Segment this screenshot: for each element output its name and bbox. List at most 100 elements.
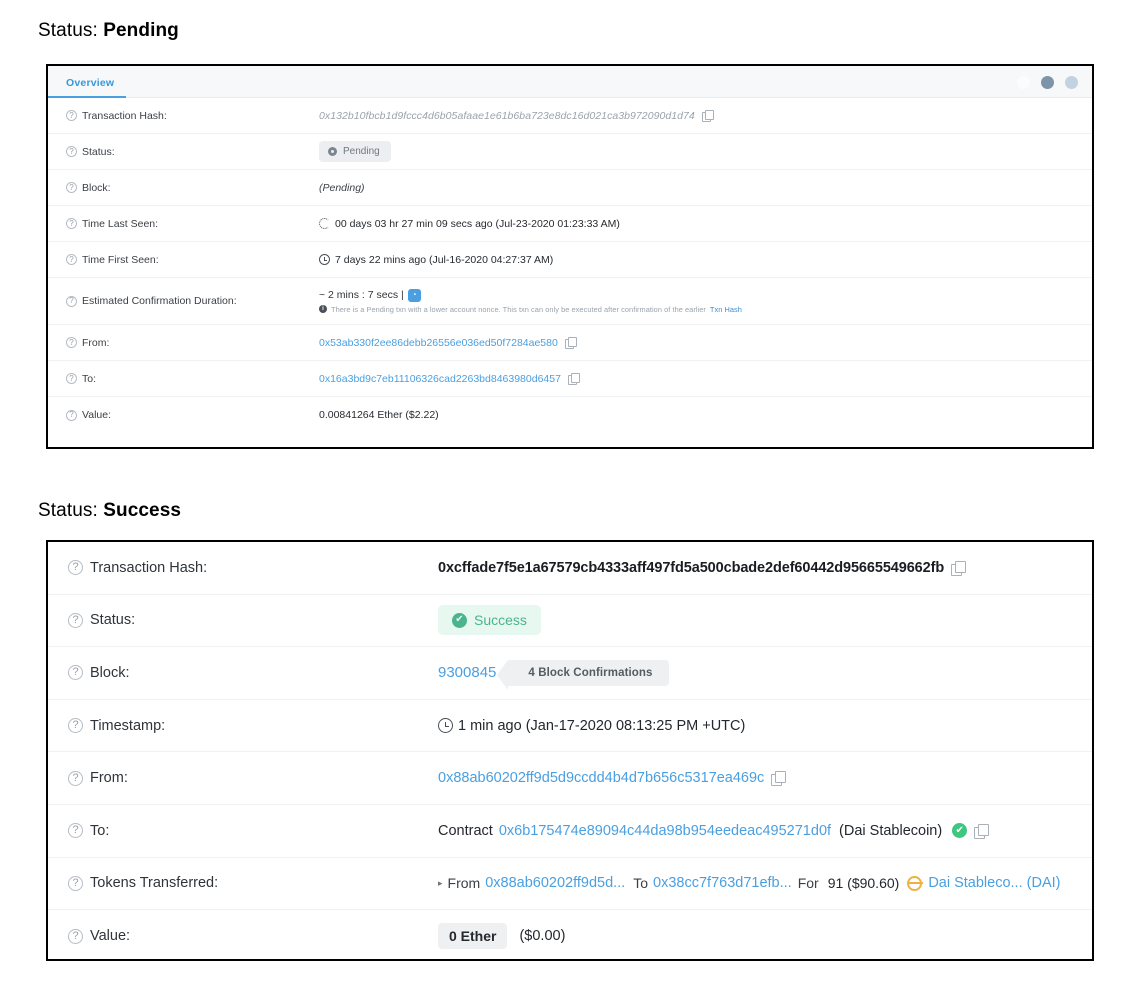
block-number-link[interactable]: 9300845 xyxy=(438,664,496,681)
tab-overview[interactable]: Overview xyxy=(48,77,127,98)
pending-label-estimated-confirmation: ? Estimated Confirmation Duration: xyxy=(66,295,319,307)
pending-section-heading: Status: Pending xyxy=(38,20,179,42)
ether-amount-chip: 0 Ether xyxy=(438,923,508,950)
help-icon[interactable]: ? xyxy=(66,373,77,384)
copy-icon[interactable] xyxy=(701,110,714,122)
pending-value-block: (Pending) xyxy=(319,182,365,194)
help-icon[interactable]: ? xyxy=(66,182,77,193)
pending-value-amount: 0.00841264 Ether ($2.22) xyxy=(319,409,439,421)
pending-nonce-note: i There is a Pending txn with a lower ac… xyxy=(319,305,742,314)
success-label-tokens-transferred: ? Tokens Transferred: xyxy=(68,875,438,891)
clock-icon xyxy=(438,718,453,734)
help-icon[interactable]: ? xyxy=(68,718,83,734)
pending-heading-status: Pending xyxy=(103,20,179,41)
help-icon[interactable]: ? xyxy=(66,110,77,121)
copy-icon[interactable] xyxy=(951,560,967,576)
label-text: To: xyxy=(82,372,97,385)
help-icon[interactable]: ? xyxy=(66,218,77,229)
success-label-transaction-hash: ? Transaction Hash: xyxy=(68,560,438,576)
copy-icon[interactable] xyxy=(771,771,787,787)
pending-nonce-note-text: There is a Pending txn with a lower acco… xyxy=(331,304,706,314)
success-value-transaction-hash: 0xcffade7f5e1a67579cb4333aff497fd5a500cb… xyxy=(438,560,967,576)
token-amount-text: 91 ($90.60) xyxy=(827,875,900,892)
info-icon: i xyxy=(319,305,327,313)
to-contract-address-link[interactable]: 0x6b175474e89094c44da98b954eedeac495271d… xyxy=(499,823,831,839)
help-icon[interactable]: ? xyxy=(66,409,77,421)
success-heading-prefix: Status: xyxy=(38,500,104,521)
label-text: Time Last Seen: xyxy=(82,217,159,230)
pending-row-transaction-hash: ? Transaction Hash: 0x132b10fbcb1d9fccc4… xyxy=(48,98,1092,134)
help-icon[interactable]: ? xyxy=(68,928,83,944)
copy-icon[interactable] xyxy=(974,823,990,839)
pending-label-from: ? From: xyxy=(66,337,319,349)
block-pending-text: (Pending) xyxy=(319,181,365,194)
help-icon[interactable]: ? xyxy=(68,823,83,839)
pending-value-time-first-seen: 7 days 22 mins ago (Jul-16-2020 04:27:37… xyxy=(319,254,553,266)
pending-row-status: ? Status: Pending xyxy=(48,134,1092,170)
token-from-address-link[interactable]: 0x88ab60202ff9d5d... xyxy=(485,875,625,891)
success-row-to: ? To: Contract 0x6b175474e89094c44da98b9… xyxy=(48,805,1092,858)
status-badge-label: Pending xyxy=(343,146,380,157)
copy-icon[interactable] xyxy=(564,337,577,349)
pending-label-block: ? Block: xyxy=(66,182,319,194)
label-text: Status: xyxy=(90,612,136,629)
header-dot-3-icon[interactable] xyxy=(1065,76,1078,89)
pending-heading-prefix: Status: xyxy=(38,20,104,41)
from-address-link[interactable]: 0x53ab330f2ee86debb26556e036ed50f7284ae5… xyxy=(319,337,558,349)
earlier-txn-hash-link[interactable]: Txn Hash xyxy=(710,305,742,314)
help-icon[interactable]: ? xyxy=(66,337,77,348)
copy-icon[interactable] xyxy=(567,373,580,385)
success-label-to: ? To: xyxy=(68,823,438,839)
header-dot-2-icon[interactable] xyxy=(1041,76,1054,89)
pending-row-block: ? Block: (Pending) xyxy=(48,170,1092,206)
token-name-link[interactable]: Dai Stableco... (DAI) xyxy=(928,875,1060,891)
label-text: To: xyxy=(90,822,110,839)
pending-dot-icon xyxy=(328,147,337,156)
transaction-hash-text: 0x132b10fbcb1d9fccc4d6b05afaae1e61b6ba72… xyxy=(319,109,695,122)
help-icon[interactable]: ? xyxy=(68,560,83,576)
estimated-duration-line: ~ 2 mins : 7 secs | ◔ xyxy=(319,288,742,302)
help-icon[interactable]: ? xyxy=(68,665,83,681)
pending-value-transaction-hash: 0x132b10fbcb1d9fccc4d6b05afaae1e61b6ba72… xyxy=(319,109,714,122)
token-to-address-link[interactable]: 0x38cc7f763d71efb... xyxy=(653,875,792,891)
success-label-value: ? Value: xyxy=(68,928,438,944)
header-dot-1-icon[interactable] xyxy=(1017,76,1030,89)
verified-contract-icon: ✔ xyxy=(952,823,968,839)
pending-transaction-card: Overview ? Transaction Hash: 0x132b10fbc… xyxy=(46,64,1094,449)
to-address-link[interactable]: 0x16a3bd9c7eb11106326cad2263bd8463980d64… xyxy=(319,373,561,385)
success-value-block: 9300845 4 Block Confirmations xyxy=(438,659,669,690)
time-first-seen-text: 7 days 22 mins ago (Jul-16-2020 04:27:37… xyxy=(335,253,554,266)
success-label-timestamp: ? Timestamp: xyxy=(68,718,438,734)
success-value-amount: 0 Ether ($0.00) xyxy=(438,923,565,950)
label-text: Status: xyxy=(82,145,115,158)
pending-label-transaction-hash: ? Transaction Hash: xyxy=(66,110,319,122)
success-section-heading: Status: Success xyxy=(38,500,181,522)
success-row-from: ? From: 0x88ab60202ff9d5d9ccdd4b4d7b656c… xyxy=(48,752,1092,805)
spinner-icon xyxy=(319,218,330,229)
label-text: Block: xyxy=(90,664,130,681)
pending-label-value: ? Value: xyxy=(66,409,319,421)
token-transfer-line: ▸ From 0x88ab60202ff9d5d... To 0x38cc7f7… xyxy=(438,875,1060,891)
help-icon[interactable]: ? xyxy=(66,295,77,307)
status-badge-success: ✔ Success xyxy=(438,605,541,636)
pending-value-from: 0x53ab330f2ee86debb26556e036ed50f7284ae5… xyxy=(319,337,577,349)
label-text: Time First Seen: xyxy=(82,253,159,266)
help-icon[interactable]: ? xyxy=(66,254,77,265)
token-for-word: For xyxy=(797,875,819,892)
pending-label-to: ? To: xyxy=(66,373,319,385)
help-icon[interactable]: ? xyxy=(68,875,83,891)
pending-value-time-last-seen: 00 days 03 hr 27 min 09 secs ago (Jul-23… xyxy=(319,218,620,230)
help-icon[interactable]: ? xyxy=(68,770,83,786)
success-row-block: ? Block: 9300845 4 Block Confirmations xyxy=(48,647,1092,700)
label-text: Timestamp: xyxy=(90,717,166,734)
header-dots-group xyxy=(1017,76,1078,89)
contract-prefix-text: Contract xyxy=(438,822,493,839)
expand-caret-icon[interactable]: ▸ xyxy=(438,878,443,889)
success-row-timestamp: ? Timestamp: 1 min ago (Jan-17-2020 08:1… xyxy=(48,700,1092,753)
from-address-link[interactable]: 0x88ab60202ff9d5d9ccdd4b4d7b656c5317ea46… xyxy=(438,770,764,786)
success-row-value: ? Value: 0 Ether ($0.00) xyxy=(48,910,1092,959)
gas-gauge-icon[interactable]: ◔ xyxy=(407,288,421,302)
label-text: Tokens Transferred: xyxy=(90,875,219,892)
help-icon[interactable]: ? xyxy=(68,612,83,628)
help-icon[interactable]: ? xyxy=(66,146,77,157)
